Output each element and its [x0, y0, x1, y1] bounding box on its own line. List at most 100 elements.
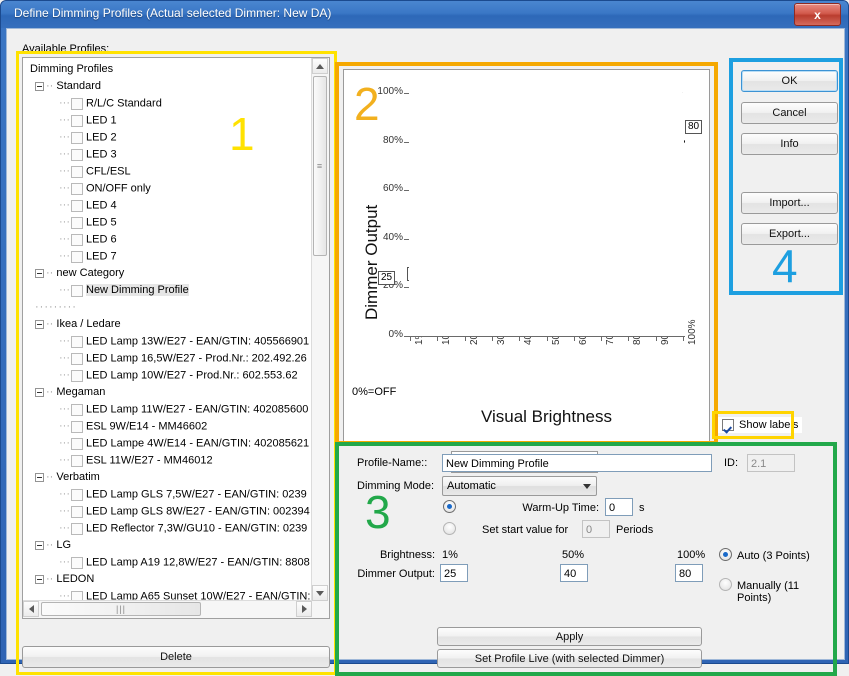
- profile-checkbox[interactable]: [71, 522, 83, 535]
- profile-name-input[interactable]: New Dimming Profile: [442, 454, 712, 472]
- apply-button[interactable]: Apply: [437, 627, 702, 646]
- tree-item[interactable]: ··· LED Lamp 11W/E27 - EAN/GTIN: 40208560…: [27, 401, 329, 418]
- tree-item[interactable]: ··· ESL 9W/E14 - MM46602: [27, 418, 329, 435]
- tree-item[interactable]: ··· LED Lampe 4W/E14 - EAN/GTIN: 40208562…: [27, 435, 329, 452]
- tree-item[interactable]: ··· LED 7: [27, 248, 329, 265]
- profile-checkbox[interactable]: [71, 284, 83, 297]
- profile-checkbox[interactable]: [71, 352, 83, 365]
- tree-item[interactable]: ··· CFL/ESL: [27, 163, 329, 180]
- profiles-tree[interactable]: Dimming Profiles ·· Standard ··· R/L/C Stan…: [22, 57, 330, 619]
- tree-item[interactable]: ··· LED 3: [27, 146, 329, 163]
- startvalue-input[interactable]: 0: [582, 520, 610, 538]
- profile-checkbox[interactable]: [71, 369, 83, 382]
- warmup-radio[interactable]: [443, 500, 456, 513]
- profile-checkbox[interactable]: [71, 199, 83, 212]
- profile-checkbox[interactable]: [71, 114, 83, 127]
- tree-group[interactable]: ·· new Category: [27, 265, 329, 282]
- profile-checkbox[interactable]: [71, 488, 83, 501]
- tree-scroll-thumb[interactable]: ≡: [313, 76, 327, 256]
- show-labels-row[interactable]: Show labels: [718, 417, 803, 433]
- scroll-left-button[interactable]: [23, 601, 39, 617]
- marker-4: 4: [772, 240, 798, 292]
- dimmer-output-input-2[interactable]: 40: [560, 564, 588, 582]
- profile-checkbox[interactable]: [71, 165, 83, 178]
- profile-checkbox[interactable]: [71, 437, 83, 450]
- profile-checkbox[interactable]: [71, 454, 83, 467]
- manual-points-radio[interactable]: [719, 578, 732, 591]
- collapse-icon[interactable]: [35, 268, 44, 278]
- dimmer-output-input-1[interactable]: 25: [440, 564, 468, 582]
- tree-item[interactable]: ··· LED 4: [27, 197, 329, 214]
- tree-vertical-scrollbar[interactable]: ≡: [311, 58, 329, 601]
- scroll-up-button[interactable]: [312, 58, 328, 74]
- profile-checkbox[interactable]: [71, 335, 83, 348]
- tree-item[interactable]: ··· ESL 11W/E27 - MM46012: [27, 452, 329, 469]
- collapse-icon[interactable]: [35, 540, 44, 550]
- tree-horizontal-scrollbar[interactable]: |||: [23, 600, 312, 618]
- profile-checkbox[interactable]: [71, 250, 83, 263]
- scroll-right-button[interactable]: [296, 601, 312, 617]
- warmup-input[interactable]: 0: [605, 498, 633, 516]
- collapse-icon[interactable]: [35, 472, 44, 482]
- tree-item[interactable]: ··· LED Reflector 7,3W/GU10 - EAN/GTIN: 0…: [27, 520, 329, 537]
- window-title: Define Dimming Profiles (Actual selected…: [14, 6, 332, 20]
- profile-checkbox[interactable]: [71, 403, 83, 416]
- collapse-icon[interactable]: [35, 574, 44, 584]
- tree-item[interactable]: ··· LED Lamp A19 12,8W/E27 - EAN/GTIN: 88…: [27, 554, 329, 571]
- tree-item[interactable]: ··· LED 6: [27, 231, 329, 248]
- profile-checkbox[interactable]: [71, 505, 83, 518]
- profile-checkbox[interactable]: [71, 233, 83, 246]
- tree-group[interactable]: ·· Verbatim: [27, 469, 329, 486]
- profile-checkbox[interactable]: [71, 420, 83, 433]
- startvalue-radio[interactable]: [443, 522, 456, 535]
- tree-item[interactable]: ··· LED 2: [27, 129, 329, 146]
- tree-item[interactable]: ··· LED 5: [27, 214, 329, 231]
- delete-button[interactable]: Delete: [22, 646, 330, 668]
- tree-group[interactable]: ·· Ikea / Ledare: [27, 316, 329, 333]
- cancel-button[interactable]: Cancel: [741, 102, 838, 124]
- ok-button[interactable]: OK: [741, 70, 838, 92]
- dimmer-output-input-3[interactable]: 80: [675, 564, 703, 582]
- tree-item[interactable]: ··· LED 1: [27, 112, 329, 129]
- tree-root[interactable]: Dimming Profiles: [27, 61, 329, 78]
- info-button[interactable]: Info: [741, 133, 838, 155]
- warmup-unit: s: [639, 502, 645, 514]
- tree-item[interactable]: ··· LED Lamp GLS 7,5W/E27 - EAN/GTIN: 023…: [27, 486, 329, 503]
- profile-checkbox[interactable]: [71, 97, 83, 110]
- tree-item[interactable]: ··· LED Lamp 13W/E27 - EAN/GTIN: 40556690…: [27, 333, 329, 350]
- set-profile-live-button[interactable]: Set Profile Live (with selected Dimmer): [437, 649, 702, 668]
- close-button[interactable]: x: [794, 3, 841, 26]
- profiles-tree-content: Dimming Profiles ·· Standard ··· R/L/C Stan…: [23, 58, 329, 618]
- warmup-label: Warm-Up Time:: [522, 502, 599, 514]
- show-labels-checkbox[interactable]: [722, 419, 734, 431]
- dimming-mode-value: Automatic: [447, 480, 496, 492]
- collapse-icon[interactable]: [35, 81, 44, 91]
- tree-group[interactable]: ·· LG: [27, 537, 329, 554]
- dimming-mode-select[interactable]: Automatic: [442, 476, 597, 496]
- profile-checkbox[interactable]: [71, 148, 83, 161]
- scroll-down-button[interactable]: [312, 585, 328, 601]
- tree-item[interactable]: ··· LED Lamp 10W/E27 - Prod.Nr.: 602.553.…: [27, 367, 329, 384]
- x-tick-label: 100%: [687, 319, 698, 345]
- tree-group[interactable]: ·· Standard: [27, 78, 329, 95]
- x-axis: [409, 336, 685, 337]
- profile-name-label: Profile-Name::: [357, 457, 428, 469]
- profile-checkbox[interactable]: [71, 556, 83, 569]
- tree-group[interactable]: ·· LEDON: [27, 571, 329, 588]
- profile-checkbox[interactable]: [71, 131, 83, 144]
- tree-group[interactable]: ·· Megaman: [27, 384, 329, 401]
- tree-item[interactable]: ··· LED Lamp GLS 8W/E27 - EAN/GTIN: 00239…: [27, 503, 329, 520]
- profile-checkbox[interactable]: [71, 216, 83, 229]
- collapse-icon[interactable]: [35, 319, 44, 329]
- chevron-up-icon: [316, 63, 324, 69]
- tree-item[interactable]: ··· LED Lamp 16,5W/E27 - Prod.Nr.: 202.49…: [27, 350, 329, 367]
- tree-item[interactable]: ··· ON/OFF only: [27, 180, 329, 197]
- import-button[interactable]: Import...: [741, 192, 838, 214]
- profile-checkbox[interactable]: [71, 182, 83, 195]
- tree-item[interactable]: ··· New Dimming Profile: [27, 282, 329, 299]
- tree-item[interactable]: ··· R/L/C Standard: [27, 95, 329, 112]
- tree-hscroll-thumb[interactable]: |||: [41, 602, 201, 616]
- auto-points-radio[interactable]: [719, 548, 732, 561]
- collapse-icon[interactable]: [35, 387, 44, 397]
- chevron-down-icon: [583, 484, 591, 489]
